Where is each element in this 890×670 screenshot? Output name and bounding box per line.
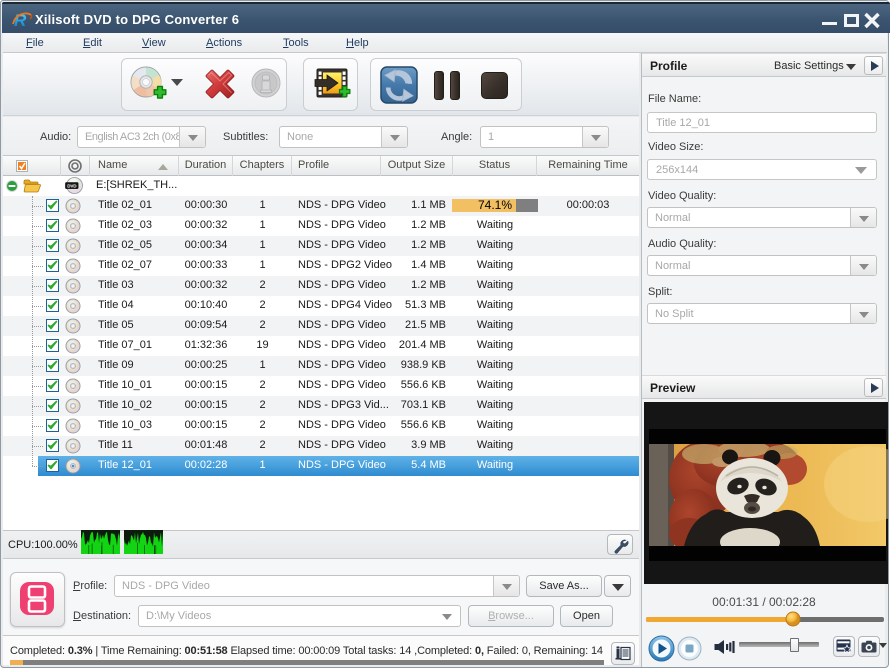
svg-text:DVD: DVD — [67, 183, 77, 188]
